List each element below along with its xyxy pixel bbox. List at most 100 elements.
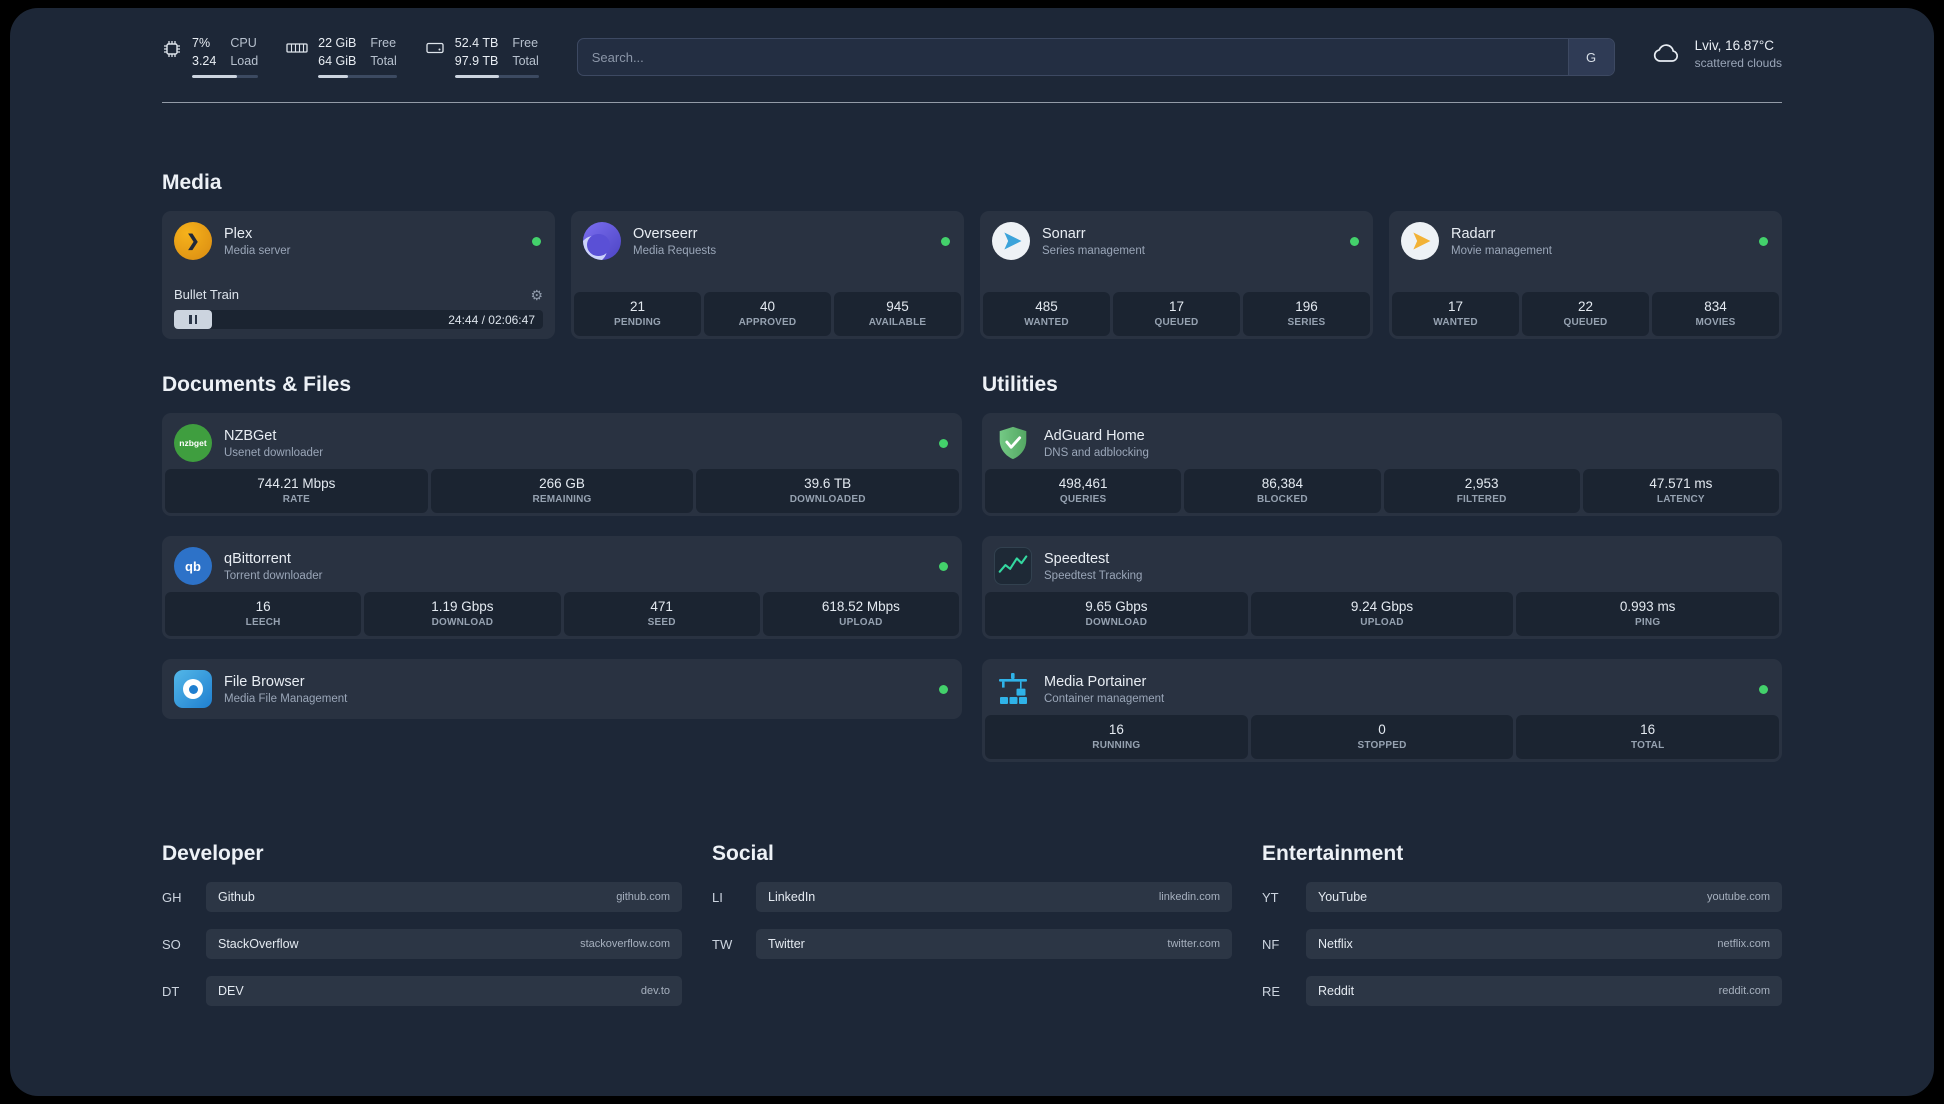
section-developer: Developer GH Github github.com SO StackO… (162, 842, 682, 1023)
plex-now-playing: Bullet Train 24:44 / 02:06:47 (162, 287, 555, 339)
status-dot (941, 236, 950, 246)
app-name: Sonarr (1042, 225, 1086, 242)
stat-queued: 17 QUEUED (1113, 292, 1240, 337)
radarr-link[interactable]: Radarr Movie management (1389, 211, 1782, 267)
stat-filtered: 2,953 FILTERED (1383, 469, 1580, 514)
app-subtitle: Media File Management (224, 692, 348, 705)
sonarr-link[interactable]: Sonarr Series management (980, 211, 1373, 267)
weather-location: Lviv, 16.87°C (1694, 38, 1775, 53)
status-dot (939, 438, 948, 448)
adguard-card: AdGuard Home DNS and adblocking 498,461 … (982, 413, 1782, 517)
bookmark-domain: youtube.com (1707, 891, 1770, 904)
search-provider-button[interactable]: G (1567, 39, 1614, 75)
app-name: qBittorrent (224, 550, 291, 567)
disk-progress-track (454, 75, 539, 79)
stat-upload: 9.24 Gbps UPLOAD (1250, 592, 1514, 637)
stat-rate: 744.21 Mbps RATE (165, 469, 428, 514)
app-subtitle: Series management (1042, 244, 1145, 257)
plex-link[interactable]: Plex Media server (162, 211, 555, 267)
memory-total-value: 64 GiB (318, 53, 357, 68)
app-name: Plex (224, 225, 253, 242)
stat-available: 945 AVAILABLE (834, 292, 961, 337)
bookmark-linkedin[interactable]: LI LinkedIn linkedin.com (712, 882, 1232, 913)
app-name: File Browser (224, 673, 305, 690)
cpu-icon (164, 41, 180, 57)
nzbget-link[interactable]: nzbget NZBGet Usenet downloader (162, 413, 962, 469)
section-social: Social LI LinkedIn linkedin.com TW Twitt… (712, 842, 1232, 1023)
status-dot (939, 684, 948, 694)
memory-label-bottom: Total (370, 53, 397, 68)
bookmark-reddit[interactable]: RE Reddit reddit.com (1262, 976, 1782, 1007)
stat-upload: 618.52 Mbps UPLOAD (762, 592, 959, 637)
bookmark-domain: netflix.com (1717, 938, 1770, 951)
stat-remaining: 266 GB REMAINING (430, 469, 694, 514)
speedtest-icon (994, 547, 1032, 586)
divider (162, 102, 1782, 104)
bookmark-github[interactable]: GH Github github.com (162, 882, 682, 913)
memory-progress-fill (318, 75, 349, 79)
app-subtitle: Torrent downloader (224, 569, 323, 582)
speedtest-link[interactable]: Speedtest Speedtest Tracking (982, 536, 1782, 592)
stat-approved: 40 APPROVED (704, 292, 831, 337)
search-input[interactable] (577, 39, 1568, 75)
developer-section-title: Developer (162, 842, 264, 866)
adguard-link[interactable]: AdGuard Home DNS and adblocking (982, 413, 1782, 469)
bookmark-domain: twitter.com (1167, 938, 1220, 951)
portainer-icon (994, 670, 1032, 708)
speedtest-card: Speedtest Speedtest Tracking 9.65 Gbps D… (982, 536, 1782, 640)
bookmark-domain: dev.to (640, 985, 670, 998)
nzbget-card: nzbget NZBGet Usenet downloader 744.21 M… (162, 413, 962, 517)
documents-section-title: Documents & Files (162, 373, 352, 397)
portainer-link[interactable]: Media Portainer Container management (982, 659, 1782, 715)
disk-total-value: 97.9 TB (454, 53, 499, 68)
stat-wanted: 17 WANTED (1392, 292, 1519, 337)
memory-progress-track (318, 75, 397, 79)
bookmark-stackoverflow[interactable]: SO StackOverflow stackoverflow.com (162, 929, 682, 960)
stat-series: 196 SERIES (1243, 292, 1370, 337)
app-name: Overseerr (633, 225, 698, 242)
memory-free-value: 22 GiB (318, 36, 357, 50)
gear-icon[interactable] (530, 288, 543, 302)
qbittorrent-link[interactable]: qb qBittorrent Torrent downloader (162, 536, 962, 592)
stat-download: 1.19 Gbps DOWNLOAD (364, 592, 561, 637)
portainer-card: Media Portainer Container management 16 … (982, 659, 1782, 763)
pause-button[interactable] (174, 310, 212, 330)
stat-seed: 471 SEED (563, 592, 760, 637)
bookmark-abbr: NF (1262, 936, 1280, 952)
bookmark-netflix[interactable]: NF Netflix netflix.com (1262, 929, 1782, 960)
section-documents: Documents & Files nzbget NZBGet Usenet d… (162, 373, 962, 762)
bookmark-name: Twitter (768, 937, 805, 952)
cpu-progress-track (192, 75, 259, 79)
stat-blocked: 86,384 BLOCKED (1184, 469, 1381, 514)
bookmark-name: Netflix (1318, 937, 1353, 952)
memory-icon (286, 43, 308, 53)
weather-widget: Lviv, 16.87°C scattered clouds (1651, 38, 1782, 70)
cpu-label-top: CPU (230, 36, 257, 50)
bookmark-youtube[interactable]: YT YouTube youtube.com (1262, 882, 1782, 913)
search-bar: G (576, 38, 1615, 76)
stat-downloaded: 39.6 TB DOWNLOADED (696, 469, 960, 514)
app-subtitle: Movie management (1451, 244, 1552, 257)
sonarr-icon (992, 222, 1030, 261)
cpu-widget: 7% CPU 3.24 Load (162, 36, 259, 79)
sonarr-card: Sonarr Series management 485 WANTED 17 Q… (980, 211, 1373, 340)
app-subtitle: Usenet downloader (224, 446, 324, 459)
qbittorrent-card: qb qBittorrent Torrent downloader 16 LEE… (162, 536, 962, 640)
stat-ping: 0.993 ms PING (1516, 592, 1780, 637)
app-name: AdGuard Home (1044, 427, 1145, 444)
app-name: NZBGet (224, 427, 277, 444)
stat-wanted: 485 WANTED (983, 292, 1110, 337)
overseerr-link[interactable]: Overseerr Media Requests (571, 211, 964, 267)
plex-card: Plex Media server Bullet Train 24:44 / 0… (162, 211, 555, 340)
bookmark-twitter[interactable]: TW Twitter twitter.com (712, 929, 1232, 960)
nzbget-icon: nzbget (174, 424, 212, 463)
disk-progress-fill (454, 75, 500, 79)
cpu-progress-fill (192, 75, 237, 79)
filebrowser-link[interactable]: File Browser Media File Management (162, 659, 962, 719)
stat-leech: 16 LEECH (165, 592, 362, 637)
bookmark-dev[interactable]: DT DEV dev.to (162, 976, 682, 1007)
utilities-section-title: Utilities (982, 373, 1058, 397)
playback-progress-bar[interactable]: 24:44 / 02:06:47 (174, 310, 543, 330)
stat-total: 16 TOTAL (1516, 715, 1780, 760)
stat-pending: 21 PENDING (574, 292, 701, 337)
